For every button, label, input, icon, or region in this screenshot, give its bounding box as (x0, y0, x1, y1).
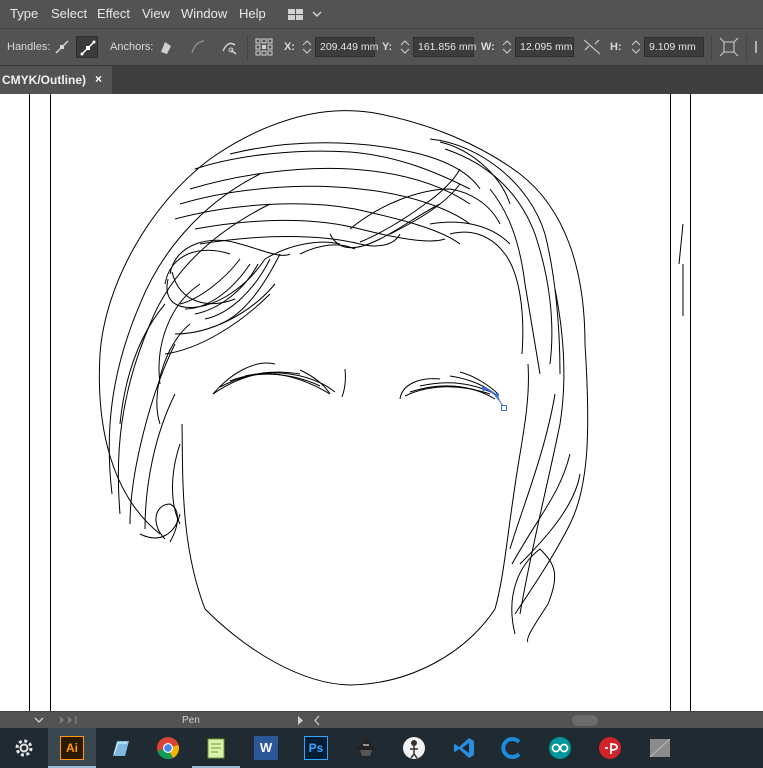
transform-button[interactable] (718, 36, 740, 58)
transform-icon (719, 37, 739, 57)
convert-to-smooth-button[interactable] (76, 36, 98, 58)
anchor-point[interactable] (482, 387, 486, 391)
h-label: H: (610, 41, 622, 53)
taskbar-cura[interactable] (488, 728, 536, 768)
processing-icon (599, 737, 621, 759)
status-menu-arrow-icon[interactable] (296, 715, 306, 726)
remove-anchor-button[interactable] (155, 36, 177, 58)
w-label: W: (481, 41, 495, 53)
artwork[interactable] (0, 94, 763, 711)
h-spinner-icon[interactable] (630, 37, 642, 57)
artboard-nav-icon[interactable] (56, 715, 82, 726)
height-field[interactable]: 9.109 mm (644, 37, 704, 57)
link-broken-icon (583, 39, 601, 55)
w-spinner-icon[interactable] (501, 37, 513, 57)
isolate-icon (755, 41, 757, 53)
workspace-grid-icon (288, 9, 322, 20)
x-label: X: (284, 41, 295, 53)
anchor-point[interactable] (495, 393, 499, 397)
taskbar-illustrator[interactable]: Ai (48, 728, 96, 768)
status-current-tool: Pen (182, 715, 200, 726)
separator (247, 35, 248, 61)
separator (711, 35, 712, 61)
chevron-down-icon[interactable] (33, 715, 45, 726)
scroll-left-icon[interactable] (312, 715, 322, 726)
horizontal-scrollbar-thumb[interactable] (572, 715, 598, 726)
taskbar-arduino[interactable] (536, 728, 584, 768)
status-bar: Pen (0, 711, 763, 728)
face-drawing[interactable] (98, 110, 684, 686)
connect-path-icon (191, 40, 205, 54)
taskbar-notepad[interactable] (96, 728, 144, 768)
workspace-switcher[interactable] (283, 4, 325, 24)
reference-point-icon (255, 38, 273, 56)
artboard-guides (29, 94, 691, 711)
cut-path-icon (222, 42, 237, 55)
document-tab[interactable]: CMYK/Outline) × (0, 66, 112, 94)
notepad-icon (113, 741, 129, 756)
pen-minus-icon (161, 42, 171, 54)
taskbar-chrome[interactable] (144, 728, 192, 768)
menu-bar: Type Select Effect View Window Help (0, 0, 763, 28)
chrome-icon (157, 737, 179, 760)
menu-window[interactable]: Window (181, 6, 227, 21)
document-tab-bar: CMYK/Outline) × (0, 66, 763, 94)
artboard-canvas[interactable] (0, 94, 763, 711)
width-field[interactable]: 12.095 mm (515, 37, 574, 57)
taskbar-settings[interactable] (0, 728, 48, 768)
handles-label: Handles: (7, 41, 51, 53)
notepadplus-icon (207, 738, 225, 759)
connect-endpoints-button[interactable] (187, 36, 209, 58)
taskbar-word[interactable]: W (242, 728, 290, 768)
taskbar-notepadplus[interactable] (192, 728, 240, 768)
vscode-icon (454, 738, 474, 758)
taskbar-photoshop[interactable]: Ps (292, 728, 340, 768)
reference-point-button[interactable] (253, 36, 275, 58)
control-bar: Handles: Anchors: X: 209.449 mm Y: 161.8… (0, 28, 763, 66)
smooth-point-icon (80, 40, 96, 56)
menu-type[interactable]: Type (10, 6, 38, 21)
menu-view[interactable]: View (142, 6, 170, 21)
windows-taskbar: Ai W Ps (0, 728, 763, 768)
x-position-field[interactable]: 209.449 mm (315, 37, 378, 57)
menu-effect[interactable]: Effect (97, 6, 130, 21)
anchor-point-handle[interactable] (501, 405, 507, 411)
taskbar-inkscape[interactable] (342, 728, 390, 768)
illustrator-icon: Ai (60, 736, 84, 760)
y-spinner-icon[interactable] (399, 37, 411, 57)
inkscape-icon (356, 738, 376, 756)
word-icon: W (254, 736, 278, 760)
photoshop-icon: Ps (304, 736, 328, 760)
cut-path-button[interactable] (218, 36, 240, 58)
y-label: Y: (382, 41, 393, 53)
inkscape-alt-icon (403, 737, 425, 759)
menu-help[interactable]: Help (239, 6, 266, 21)
isolate-button[interactable] (752, 36, 763, 58)
taskbar-inkscape-alt[interactable] (390, 728, 438, 768)
y-position-field[interactable]: 161.856 mm (413, 37, 476, 57)
separator (746, 35, 747, 61)
close-tab-button[interactable]: × (95, 72, 102, 86)
anchors-label: Anchors: (110, 41, 154, 53)
constrain-proportions-button[interactable] (581, 36, 603, 58)
document-tab-title: CMYK/Outline) (2, 73, 86, 87)
cura-icon (501, 737, 521, 759)
taskbar-display[interactable] (636, 728, 684, 768)
x-spinner-icon[interactable] (301, 37, 313, 57)
menu-select[interactable]: Select (51, 6, 87, 21)
settings-icon (15, 739, 33, 757)
taskbar-processing[interactable] (586, 728, 634, 768)
convert-to-corner-button[interactable] (51, 36, 73, 58)
arduino-icon (549, 737, 571, 759)
taskbar-vscode[interactable] (440, 728, 488, 768)
corner-point-icon (55, 40, 69, 54)
display-icon (649, 738, 671, 758)
